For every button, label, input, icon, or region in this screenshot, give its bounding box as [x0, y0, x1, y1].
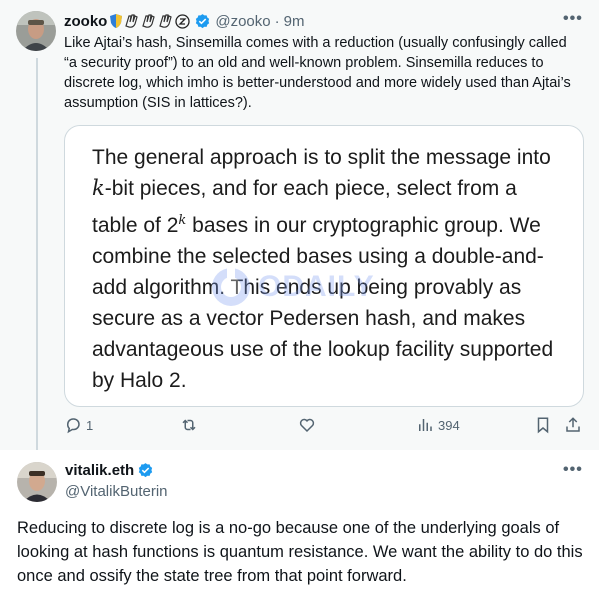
more-options-icon[interactable]: •••	[563, 461, 583, 479]
like-button[interactable]	[298, 416, 320, 434]
views-count: 394	[438, 417, 460, 433]
author-name[interactable]: vitalik.eth	[65, 462, 154, 479]
name-emoji-badges	[109, 13, 211, 30]
math-power: 2	[166, 214, 179, 237]
views-button[interactable]: 394	[416, 416, 460, 434]
bookmark-icon	[537, 417, 549, 434]
heart-icon	[299, 418, 315, 433]
reply-icon	[66, 418, 80, 434]
avatar[interactable]	[16, 11, 56, 51]
quoted-image-card[interactable]: The general approach is to split the mes…	[64, 125, 584, 407]
share-button[interactable]	[564, 416, 582, 434]
shield-icon	[110, 14, 123, 28]
tweet-text: Reducing to discrete log is a no-go beca…	[17, 519, 583, 585]
reply-count: 1	[86, 417, 94, 433]
quoted-image-text: The general approach is to split the mes…	[92, 146, 554, 392]
author-handle[interactable]: @zooko	[215, 13, 270, 30]
more-options-icon[interactable]: •••	[563, 10, 583, 28]
timestamp[interactable]: 9m	[284, 13, 305, 30]
verified-badge-icon	[139, 463, 153, 478]
avatar[interactable]	[17, 462, 57, 502]
bookmark-button[interactable]	[534, 416, 552, 434]
retweet-icon	[182, 419, 196, 431]
retweet-button[interactable]	[180, 416, 202, 434]
views-chart-icon	[419, 419, 432, 431]
author-handle[interactable]: @VitalikButerin	[65, 483, 168, 500]
share-icon	[566, 417, 580, 432]
separator-dot: ·	[274, 12, 280, 30]
zcash-icon	[175, 13, 190, 29]
hands-icon	[142, 14, 156, 28]
author-name[interactable]: zooko	[64, 13, 107, 30]
tweet-header: zooko @zooko · 9m	[64, 11, 304, 31]
reply-button[interactable]: 1	[64, 416, 93, 434]
math-variable-k: k	[92, 176, 105, 200]
hands-icon	[159, 14, 173, 28]
tweet-actions: 1 394	[64, 416, 584, 438]
thread-connector-line	[36, 58, 38, 450]
tweet-vitalik[interactable]: vitalik.eth @VitalikButerin ••• Reducing…	[0, 450, 599, 592]
hands-icon	[125, 14, 139, 28]
tweet-zooko[interactable]: zooko @zooko · 9m ••• Like Ajtai’s hash,…	[0, 0, 599, 450]
verified-badge-icon	[196, 13, 210, 28]
tweet-text: Like Ajtai’s hash, Sinsemilla comes with…	[64, 35, 571, 111]
